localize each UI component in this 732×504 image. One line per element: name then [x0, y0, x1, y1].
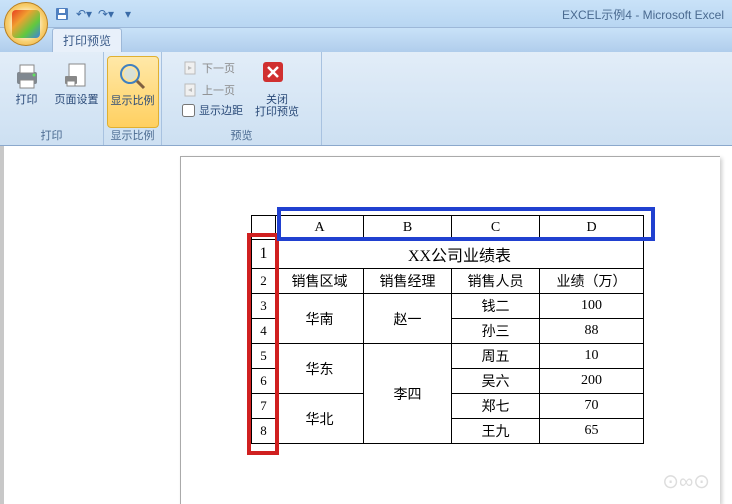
zoom-button[interactable]: 显示比例 — [107, 56, 159, 128]
prev-page-icon — [182, 82, 198, 98]
close-icon — [261, 60, 293, 92]
print-button[interactable]: 打印 — [3, 56, 51, 128]
ribbon-group-zoom: 显示比例 显示比例 — [104, 52, 162, 145]
office-button[interactable] — [4, 2, 48, 46]
page-setup-icon — [61, 60, 93, 92]
show-margins-checkbox[interactable]: 显示边距 — [182, 102, 243, 118]
redo-icon[interactable]: ↷▾ — [98, 6, 114, 22]
printer-icon — [11, 60, 43, 92]
table-title: XX公司业绩表 — [276, 240, 644, 269]
watermark-icon: ⊙∞⊙ — [662, 469, 710, 494]
ribbon-group-print: 打印 页面设置 打印 — [0, 52, 104, 145]
next-page-button: 下一页 — [182, 58, 243, 78]
close-preview-button[interactable]: 关闭 打印预览 — [249, 56, 305, 128]
table-header-row: 2 销售区域 销售经理 销售人员 业绩（万） — [252, 269, 644, 294]
table-row: 5 华东 李四 周五 10 — [252, 344, 644, 369]
ribbon-tabs: 打印预览 — [0, 28, 732, 52]
save-icon[interactable] — [54, 6, 70, 22]
window-title: EXCEL示例4 - Microsoft Excel — [562, 6, 724, 23]
next-page-icon — [182, 60, 198, 76]
qat-dropdown-icon[interactable]: ▾ — [120, 6, 136, 22]
table-title-row: 1 XX公司业绩表 — [252, 240, 644, 269]
preview-page: A B C D 1 XX公司业绩表 2 销售区域 销售经理 销售人员 业绩（万）… — [180, 156, 720, 504]
ribbon-group-preview: 下一页 上一页 显示边距 关闭 打印预览 预 — [162, 52, 322, 145]
title-bar: ↶▾ ↷▾ ▾ EXCEL示例4 - Microsoft Excel — [0, 0, 732, 28]
table-row: 3 华南 赵一 钱二 100 — [252, 294, 644, 319]
page-setup-button[interactable]: 页面设置 — [53, 56, 101, 128]
office-logo-icon — [12, 10, 40, 38]
ribbon: 打印 页面设置 打印 显示比例 显示比例 — [0, 52, 732, 146]
spreadsheet-table: A B C D 1 XX公司业绩表 2 销售区域 销售经理 销售人员 业绩（万）… — [251, 215, 644, 444]
magnifier-icon — [117, 61, 149, 93]
undo-icon[interactable]: ↶▾ — [76, 6, 92, 22]
quick-access-toolbar: ↶▾ ↷▾ ▾ — [54, 0, 136, 27]
preview-area: A B C D 1 XX公司业绩表 2 销售区域 销售经理 销售人员 业绩（万）… — [0, 146, 732, 504]
prev-page-button: 上一页 — [182, 80, 243, 100]
tab-print-preview[interactable]: 打印预览 — [52, 28, 122, 52]
show-margins-input[interactable] — [182, 104, 195, 117]
ruler-edge — [0, 146, 4, 504]
column-header-row: A B C D — [252, 216, 644, 240]
